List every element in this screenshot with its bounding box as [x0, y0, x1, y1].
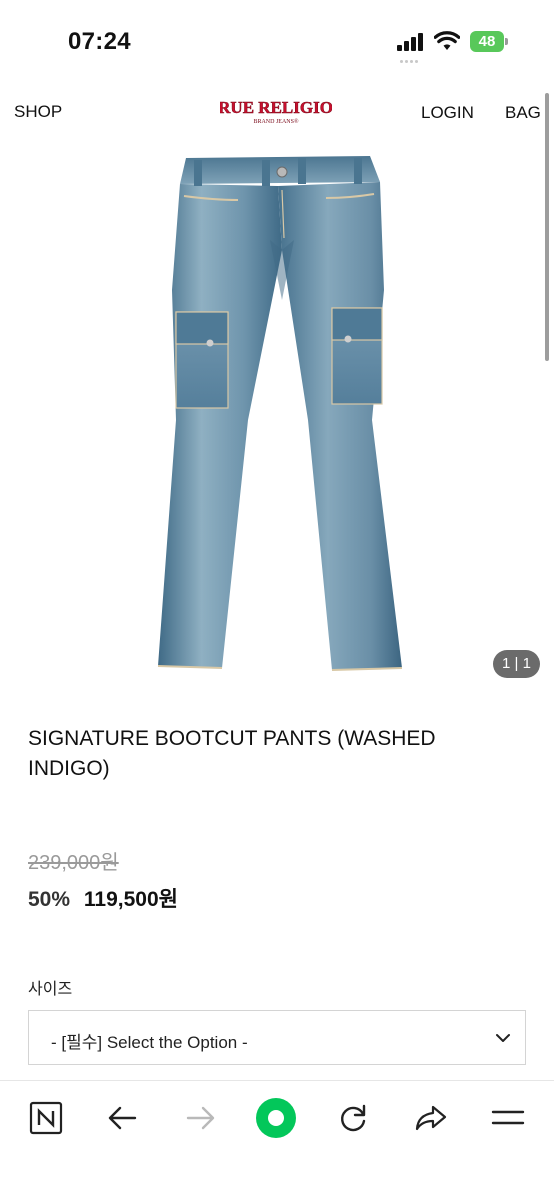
- cellular-signal-icon: [397, 33, 425, 51]
- status-bar: 07:24 48: [0, 0, 554, 84]
- size-option-select[interactable]: - [필수] Select the Option -: [28, 1010, 526, 1065]
- login-link[interactable]: LOGIN: [421, 103, 474, 123]
- back-arrow-icon[interactable]: [101, 1096, 145, 1140]
- shop-link[interactable]: SHOP: [14, 102, 62, 122]
- green-dot-icon[interactable]: [254, 1096, 298, 1140]
- size-label: 사이즈: [28, 981, 73, 998]
- battery-level: 48: [470, 31, 504, 52]
- product-title: SIGNATURE BOOTCUT PANTS (WASHED INDIGO): [28, 727, 436, 780]
- status-time: 07:24: [68, 28, 131, 55]
- wifi-icon: [434, 31, 460, 50]
- option-select-text: - [필수] Select the Option -: [51, 1033, 248, 1052]
- image-counter: 1 | 1: [493, 650, 540, 678]
- svg-text:BRAND JEANS®: BRAND JEANS®: [253, 118, 299, 125]
- chevron-down-icon: [496, 1034, 510, 1042]
- share-icon[interactable]: [409, 1096, 453, 1140]
- discount-rate: 50%: [28, 888, 71, 911]
- site-header: SHOP TRUE RELIGION BRAND JEANS® LOGIN BA…: [0, 84, 554, 140]
- product-image[interactable]: [0, 140, 554, 695]
- reload-icon[interactable]: [331, 1096, 375, 1140]
- svg-text:TRUE RELIGION: TRUE RELIGION: [220, 98, 332, 117]
- naver-n-icon[interactable]: [24, 1096, 68, 1140]
- forward-arrow-icon[interactable]: [178, 1096, 222, 1140]
- original-price: 239,000원: [28, 852, 119, 874]
- true-religion-logo[interactable]: TRUE RELIGION BRAND JEANS®: [220, 96, 332, 126]
- price-row: 50% 119,500원: [28, 883, 178, 913]
- menu-icon[interactable]: [486, 1096, 530, 1140]
- sale-price: 119,500원: [83, 888, 178, 911]
- battery-icon: 48: [470, 31, 508, 52]
- bag-link[interactable]: BAG: [505, 103, 541, 123]
- camera-indicator: [400, 60, 422, 64]
